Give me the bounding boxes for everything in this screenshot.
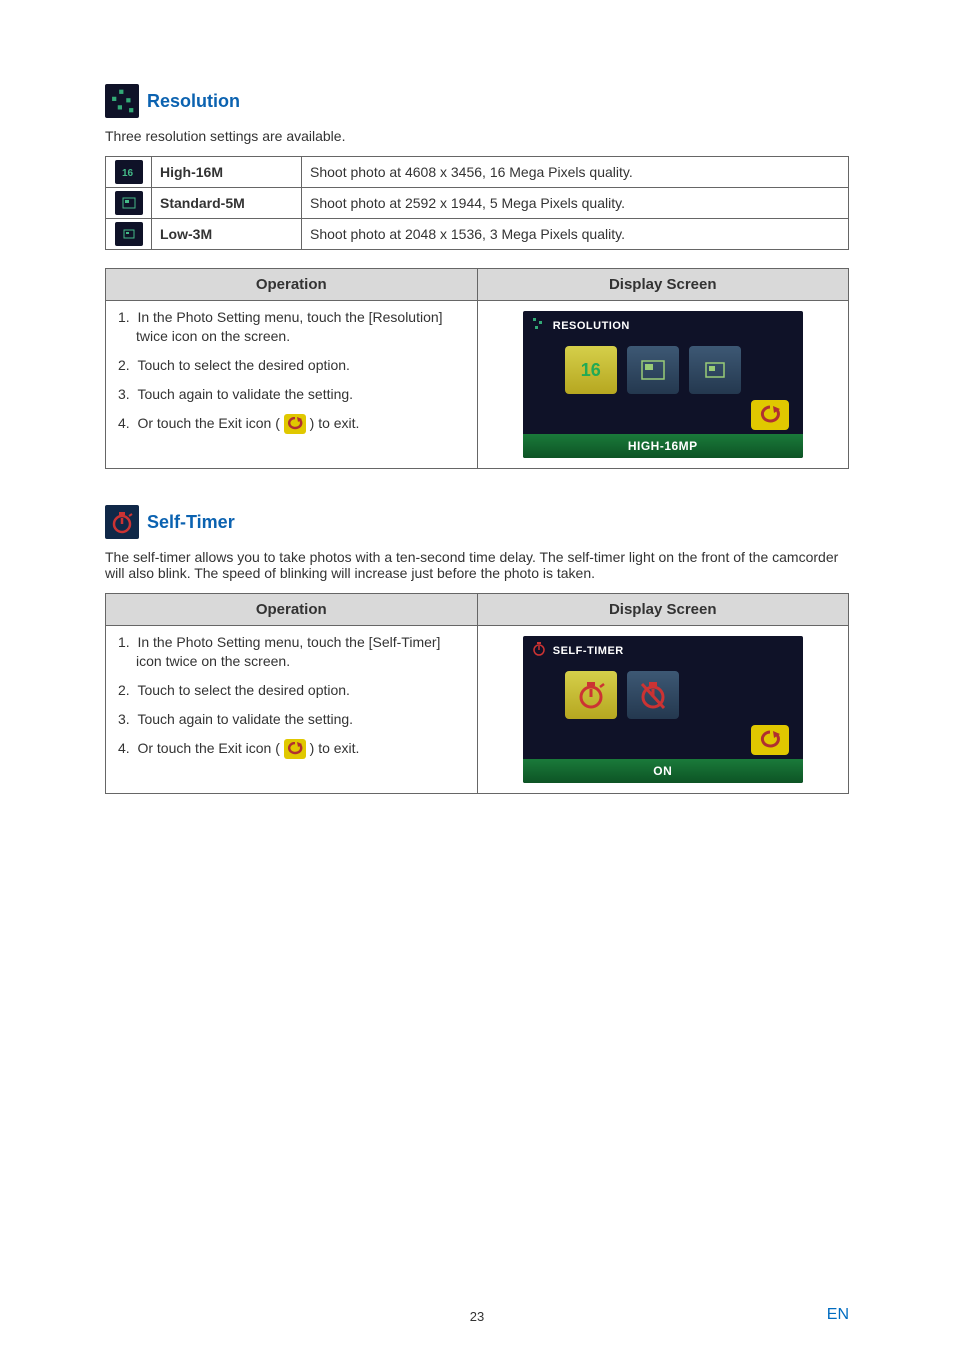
screen-header-label: SELF-TIMER bbox=[553, 645, 624, 657]
operation-step: 3. Touch again to validate the setting. bbox=[118, 710, 467, 729]
screen-header-icon bbox=[531, 316, 547, 335]
option-low[interactable] bbox=[689, 346, 741, 394]
display-screen-header: Display Screen bbox=[477, 269, 849, 301]
step-text: In the Photo Setting menu, touch the [Re… bbox=[136, 309, 443, 344]
step-text: Touch again to validate the setting. bbox=[137, 711, 353, 727]
selftimer-title: Self-Timer bbox=[147, 512, 235, 533]
table-row: Standard-5M Shoot photo at 2592 x 1944, … bbox=[106, 188, 849, 219]
resolution-row-name: Low-3M bbox=[152, 219, 302, 250]
screen-header: RESOLUTION bbox=[523, 311, 803, 340]
display-screen-cell: SELF-TIMER ON bbox=[477, 626, 849, 794]
operation-header: Operation bbox=[106, 269, 478, 301]
selftimer-section-header: Self-Timer bbox=[105, 505, 849, 539]
step-text: Touch to select the desired option. bbox=[137, 682, 349, 698]
option-on[interactable] bbox=[565, 671, 617, 719]
resolution-row-desc: Shoot photo at 2592 x 1944, 5 Mega Pixel… bbox=[302, 188, 849, 219]
screen-footer: ON bbox=[523, 759, 803, 783]
operation-step: 4. Or touch the Exit icon ( ) to exit. bbox=[118, 739, 467, 759]
resolution-screen-mockup: RESOLUTION 16 HIGH-16MP bbox=[523, 311, 803, 458]
display-screen-header: Display Screen bbox=[477, 594, 849, 626]
operation-step: 2. Touch to select the desired option. bbox=[118, 681, 467, 700]
self-timer-icon bbox=[105, 505, 139, 539]
operation-header: Operation bbox=[106, 594, 478, 626]
table-row: Low-3M Shoot photo at 2048 x 1536, 3 Meg… bbox=[106, 219, 849, 250]
res-16-icon: 16 bbox=[115, 160, 143, 184]
option-label: 16 bbox=[581, 360, 601, 381]
resolution-section-header: Resolution bbox=[105, 84, 849, 118]
screen-header-icon bbox=[531, 641, 547, 660]
resolution-intro: Three resolution settings are available. bbox=[105, 128, 849, 144]
page-number: 23 bbox=[0, 1309, 954, 1324]
screen-exit-button[interactable] bbox=[751, 400, 789, 430]
option-off[interactable] bbox=[627, 671, 679, 719]
operation-step: 4. Or touch the Exit icon ( ) to exit. bbox=[118, 414, 467, 434]
selftimer-operation-table: Operation Display Screen 1. In the Photo… bbox=[105, 593, 849, 794]
svg-text:16: 16 bbox=[122, 168, 134, 179]
resolution-row-name: High-16M bbox=[152, 157, 302, 188]
resolution-row-icon: 16 bbox=[106, 157, 152, 188]
resolution-row-desc: Shoot photo at 2048 x 1536, 3 Mega Pixel… bbox=[302, 219, 849, 250]
res-5-icon bbox=[115, 191, 143, 215]
step-text: ) to exit. bbox=[310, 415, 360, 431]
resolution-operation-table: Operation Display Screen 1. In the Photo… bbox=[105, 268, 849, 469]
screen-exit-button[interactable] bbox=[751, 725, 789, 755]
step-text: Touch to select the desired option. bbox=[137, 357, 349, 373]
step-text: ) to exit. bbox=[310, 740, 360, 756]
screen-header: SELF-TIMER bbox=[523, 636, 803, 665]
resolution-row-desc: Shoot photo at 4608 x 3456, 16 Mega Pixe… bbox=[302, 157, 849, 188]
resolution-table: 16 High-16M Shoot photo at 4608 x 3456, … bbox=[105, 156, 849, 250]
resolution-row-icon bbox=[106, 188, 152, 219]
step-text: Or touch the Exit icon ( bbox=[137, 740, 279, 756]
resolution-title: Resolution bbox=[147, 91, 240, 112]
exit-icon bbox=[284, 739, 306, 759]
operation-cell: 1. In the Photo Setting menu, touch the … bbox=[106, 301, 478, 469]
resolution-icon bbox=[105, 84, 139, 118]
res-3-icon bbox=[115, 222, 143, 246]
display-screen-cell: RESOLUTION 16 HIGH-16MP bbox=[477, 301, 849, 469]
resolution-row-icon bbox=[106, 219, 152, 250]
screen-footer: HIGH-16MP bbox=[523, 434, 803, 458]
exit-icon bbox=[284, 414, 306, 434]
operation-step: 3. Touch again to validate the setting. bbox=[118, 385, 467, 404]
operation-step: 2. Touch to select the desired option. bbox=[118, 356, 467, 375]
step-text: In the Photo Setting menu, touch the [Se… bbox=[136, 634, 440, 669]
language-label: EN bbox=[827, 1306, 849, 1324]
selftimer-intro: The self-timer allows you to take photos… bbox=[105, 549, 849, 581]
screen-header-label: RESOLUTION bbox=[553, 320, 630, 332]
step-text: Or touch the Exit icon ( bbox=[137, 415, 279, 431]
option-standard[interactable] bbox=[627, 346, 679, 394]
selftimer-screen-mockup: SELF-TIMER ON bbox=[523, 636, 803, 783]
step-text: Touch again to validate the setting. bbox=[137, 386, 353, 402]
table-row: 16 High-16M Shoot photo at 4608 x 3456, … bbox=[106, 157, 849, 188]
operation-step: 1. In the Photo Setting menu, touch the … bbox=[118, 633, 467, 671]
operation-step: 1. In the Photo Setting menu, touch the … bbox=[118, 308, 467, 346]
option-selected[interactable]: 16 bbox=[565, 346, 617, 394]
resolution-row-name: Standard-5M bbox=[152, 188, 302, 219]
operation-cell: 1. In the Photo Setting menu, touch the … bbox=[106, 626, 478, 794]
